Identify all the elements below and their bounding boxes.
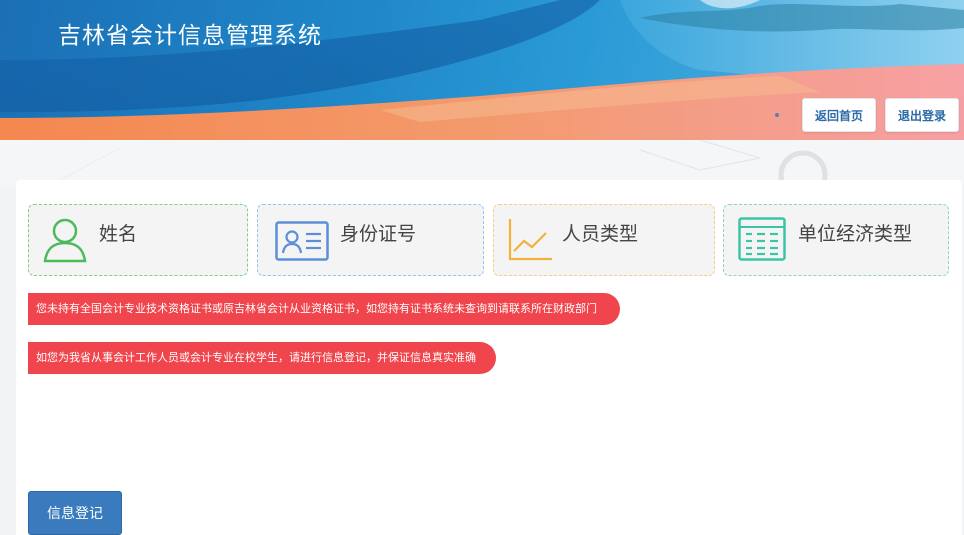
main-panel: 姓名 身份证号 人员类型 单位经济类型 您未持有全国会计专业技术资格证书或原吉林… (16, 180, 962, 535)
decorative-lines (59, 139, 828, 200)
card-person-type[interactable]: 人员类型 (493, 204, 715, 276)
card-label-person-type: 人员类型 (562, 223, 639, 245)
app-title: 吉林省会计信息管理系统 (58, 23, 322, 49)
decorative-strip (0, 139, 964, 200)
header-banner: 吉林省会计信息管理系统 返回首页 退出登录 (0, 0, 964, 140)
card-label-unit-economic-type: 单位经济类型 (798, 223, 913, 245)
line-chart-icon (508, 219, 552, 261)
home-button[interactable]: 返回首页 (802, 98, 876, 132)
card-name[interactable]: 姓名 (28, 204, 248, 276)
card-label-name: 姓名 (99, 223, 138, 245)
table-list-icon (738, 217, 786, 261)
register-info-button[interactable]: 信息登记 (28, 491, 122, 535)
logout-button[interactable]: 退出登录 (885, 98, 959, 132)
notice-register-info: 如您为我省从事会计工作人员或会计专业在校学生，请进行信息登记，并保证信息真实准确 (28, 342, 496, 374)
id-card-icon (275, 221, 329, 261)
notice-no-certificate: 您未持有全国会计专业技术资格证书或原吉林省会计从业资格证书，如您持有证书系统未查… (28, 293, 620, 325)
card-unit-economic-type[interactable]: 单位经济类型 (723, 204, 949, 276)
card-id-number[interactable]: 身份证号 (257, 204, 484, 276)
user-icon (43, 218, 87, 263)
card-label-id-number: 身份证号 (340, 223, 417, 245)
